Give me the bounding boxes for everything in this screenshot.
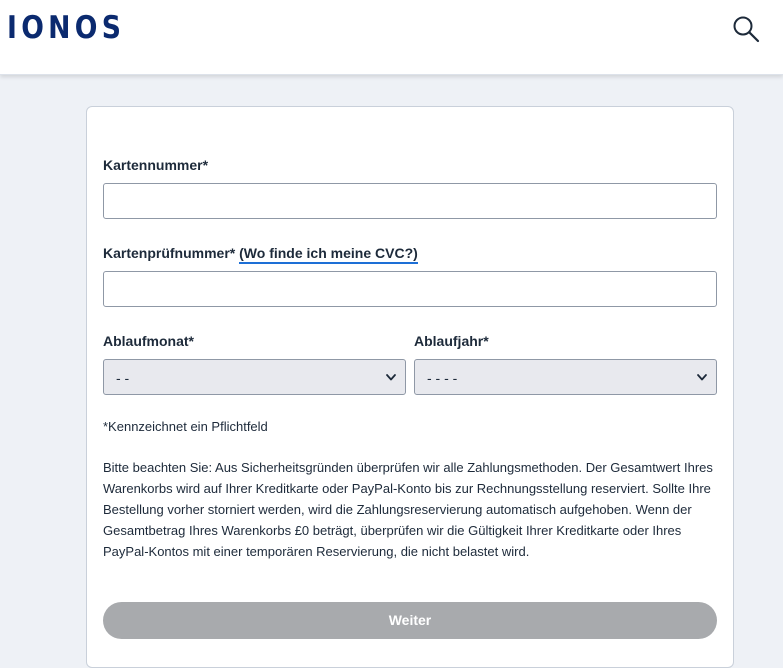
top-header: IONOS — [0, 0, 783, 75]
cvc-label: Kartenprüfnummer* — [103, 245, 236, 261]
expiry-year-value: - - - - — [427, 370, 458, 386]
card-number-input[interactable] — [103, 183, 717, 219]
cvc-label-row: Kartenprüfnummer* (Wo finde ich meine CV… — [103, 245, 418, 264]
cvc-help-link[interactable]: (Wo finde ich meine CVC?) — [239, 245, 418, 264]
search-icon — [733, 16, 760, 43]
expiry-year-select[interactable]: - - - - — [414, 359, 717, 395]
required-field-note: *Kennzeichnet ein Pflichtfeld — [103, 419, 268, 434]
continue-button[interactable]: Weiter — [103, 602, 717, 639]
ionos-logo[interactable]: IONOS — [7, 10, 125, 46]
card-number-label: Kartennummer* — [103, 157, 209, 173]
expiry-month-select[interactable]: - - — [103, 359, 406, 395]
chevron-down-icon — [386, 374, 396, 381]
payment-notice-text: Bitte beachten Sie: Aus Sicherheitsgründ… — [103, 460, 713, 559]
expiry-month-value: - - — [116, 370, 130, 386]
chevron-down-icon — [697, 374, 707, 381]
payment-form-card: Kartennummer* Kartenprüfnummer* (Wo find… — [86, 106, 734, 668]
cvc-input[interactable] — [103, 271, 717, 307]
expiry-year-label: Ablaufjahr* — [414, 333, 489, 349]
search-button[interactable] — [729, 12, 763, 46]
expiry-month-label: Ablaufmonat* — [103, 333, 194, 349]
